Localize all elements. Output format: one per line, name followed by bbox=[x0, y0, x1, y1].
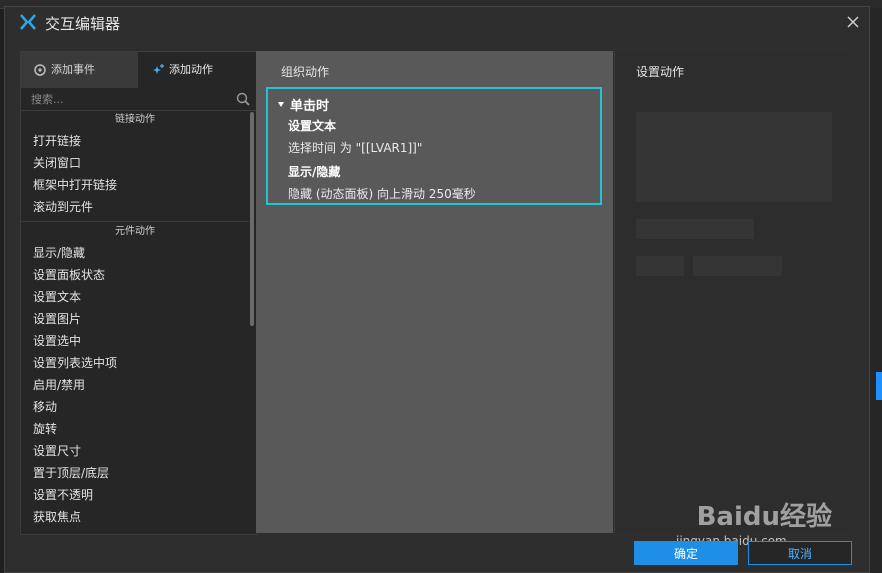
interaction-editor-dialog: 交互编辑器 添加事件 添加动作 搜索... 链接动作 打开链接 关闭窗口 框架中… bbox=[4, 6, 870, 573]
panel-tabs: 添加事件 添加动作 bbox=[21, 52, 257, 88]
action-title[interactable]: 显示/隐藏 bbox=[288, 163, 340, 180]
tab-add-event[interactable]: 添加事件 bbox=[21, 52, 138, 88]
action-open-link-in-frame[interactable]: 框架中打开链接 bbox=[21, 174, 249, 196]
action-open-link[interactable]: 打开链接 bbox=[21, 130, 249, 152]
configure-action-panel: 设置动作 bbox=[614, 51, 855, 533]
case-block[interactable]: 单击时 设置文本 选择时间 为 "[[LVAR1]]" 显示/隐藏 隐藏 (动态… bbox=[266, 87, 602, 205]
cancel-button[interactable]: 取消 bbox=[748, 541, 852, 565]
tab-label: 添加事件 bbox=[51, 63, 95, 76]
case-header[interactable]: 单击时 bbox=[278, 95, 329, 114]
search-icon[interactable] bbox=[235, 91, 251, 107]
section-header-link-actions: 链接动作 bbox=[115, 114, 155, 125]
tab-label: 添加动作 bbox=[169, 63, 213, 76]
tab-add-action[interactable]: 添加动作 bbox=[139, 52, 256, 88]
search-input[interactable] bbox=[31, 91, 226, 107]
dialog-titlebar: 交互编辑器 bbox=[5, 7, 869, 39]
action-set-opacity[interactable]: 设置不透明 bbox=[21, 484, 249, 506]
action-library-panel: 添加事件 添加动作 链接动作 打开链接 关闭窗口 框架中打开链接 滚动到元件 bbox=[20, 51, 258, 535]
placeholder-bar bbox=[693, 256, 782, 276]
search-bar bbox=[21, 88, 257, 111]
action-set-text[interactable]: 设置文本 bbox=[21, 286, 249, 308]
sparkle-add-icon bbox=[153, 64, 164, 74]
action-set-list-selection[interactable]: 设置列表选中项 bbox=[21, 352, 249, 374]
action-scroll-to-widget[interactable]: 滚动到元件 bbox=[21, 196, 249, 218]
action-set-image[interactable]: 设置图片 bbox=[21, 308, 249, 330]
background-highlight bbox=[876, 372, 882, 400]
organize-actions-title: 组织动作 bbox=[281, 65, 330, 79]
configure-action-title: 设置动作 bbox=[636, 65, 685, 79]
placeholder-block bbox=[636, 112, 832, 202]
action-list: 链接动作 打开链接 关闭窗口 框架中打开链接 滚动到元件 元件动作 显示/隐藏 … bbox=[21, 110, 249, 528]
organize-actions-panel: 组织动作 单击时 设置文本 选择时间 为 "[[LVAR1]]" 显示/隐藏 隐… bbox=[256, 51, 613, 533]
event-icon bbox=[34, 64, 46, 76]
list-scrollbar[interactable] bbox=[250, 112, 254, 326]
action-description[interactable]: 选择时间 为 "[[LVAR1]]" bbox=[288, 139, 422, 156]
action-move[interactable]: 移动 bbox=[21, 396, 249, 418]
ok-button[interactable]: 确定 bbox=[634, 541, 738, 565]
action-set-selected[interactable]: 设置选中 bbox=[21, 330, 249, 352]
action-focus[interactable]: 获取焦点 bbox=[21, 506, 249, 528]
axure-logo-icon bbox=[20, 14, 36, 30]
action-set-panel-state[interactable]: 设置面板状态 bbox=[21, 264, 249, 286]
watermark-brand: Baidu经验 bbox=[696, 502, 832, 532]
placeholder-bar bbox=[636, 256, 684, 276]
action-set-size[interactable]: 设置尺寸 bbox=[21, 440, 249, 462]
action-description[interactable]: 隐藏 (动态面板) 向上滑动 250毫秒 bbox=[288, 185, 476, 202]
action-close-window[interactable]: 关闭窗口 bbox=[21, 152, 249, 174]
close-icon[interactable] bbox=[843, 12, 863, 32]
collapse-triangle-icon[interactable] bbox=[278, 102, 284, 107]
placeholder-bar bbox=[636, 219, 754, 239]
action-bring-to-front-back[interactable]: 置于顶层/底层 bbox=[21, 462, 249, 484]
section-header-widget-actions: 元件动作 bbox=[21, 221, 249, 242]
action-title[interactable]: 设置文本 bbox=[288, 117, 336, 134]
action-rotate[interactable]: 旋转 bbox=[21, 418, 249, 440]
action-enable-disable[interactable]: 启用/禁用 bbox=[21, 374, 249, 396]
action-show-hide[interactable]: 显示/隐藏 bbox=[21, 242, 249, 264]
case-label: 单击时 bbox=[290, 99, 330, 114]
dialog-title: 交互编辑器 bbox=[45, 15, 121, 33]
